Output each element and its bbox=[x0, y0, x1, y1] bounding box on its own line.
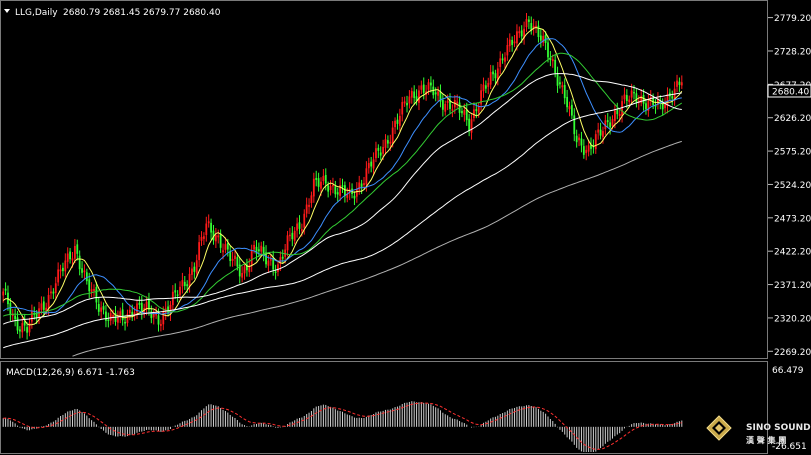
price-tick-label: 2371.20 bbox=[774, 281, 811, 291]
price-tick-label: 2779.20 bbox=[774, 14, 811, 24]
price-tick-label: 2320.20 bbox=[774, 314, 811, 324]
ohlc-values: 2680.79 2681.45 2679.77 2680.40 bbox=[63, 8, 221, 18]
chart-header: LLG,Daily 2680.79 2681.45 2679.77 2680.4… bbox=[4, 8, 221, 18]
price-tick-label: 2269.20 bbox=[774, 348, 811, 358]
macd-header: MACD(12,26,9) 6.671 -1.763 bbox=[6, 368, 135, 378]
price-tick-label: 2575.20 bbox=[774, 148, 811, 158]
chart-window: 2779.202728.202677.202626.202575.202524.… bbox=[0, 0, 811, 455]
logo-line1: SINO SOUND bbox=[746, 423, 811, 433]
symbol-label: LLG,Daily bbox=[15, 8, 58, 18]
current-price-tag: 2680.40 bbox=[767, 84, 811, 98]
current-price-label: 2680.40 bbox=[772, 88, 809, 98]
logo-line2: 漢 聲 集 團 bbox=[746, 435, 786, 445]
price-tick-label: 2524.20 bbox=[774, 181, 811, 191]
price-tick-label: 2626.20 bbox=[774, 114, 811, 124]
price-tick-label: 2728.20 bbox=[774, 47, 811, 57]
price-tick-label: 2422.20 bbox=[774, 248, 811, 258]
macd-axis-top: 66.479 bbox=[772, 366, 804, 376]
price-tick-label: 2473.20 bbox=[774, 214, 811, 224]
